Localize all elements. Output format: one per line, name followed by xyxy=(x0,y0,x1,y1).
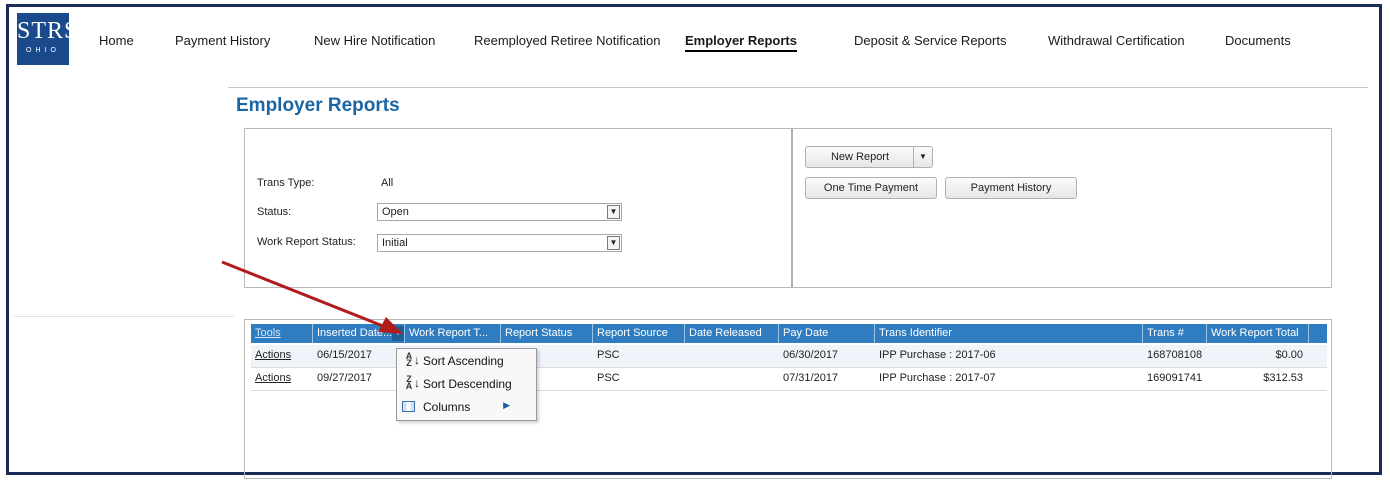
nav-withdrawal-certification[interactable]: Withdrawal Certification xyxy=(1048,33,1185,48)
status-select[interactable]: Open ▼ xyxy=(377,203,622,221)
one-time-payment-label: One Time Payment xyxy=(823,182,919,194)
sort-ascending-item[interactable]: AZ ↓ Sort Ascending xyxy=(397,350,534,372)
chevron-down-icon[interactable]: ▼ xyxy=(607,205,620,219)
cell-trans-no: 168708108 xyxy=(1147,349,1203,361)
column-header-pay-date[interactable]: Pay Date xyxy=(779,324,875,343)
row-actions-link[interactable]: Actions xyxy=(255,349,291,361)
column-header-work-report-type[interactable]: Work Report T... xyxy=(405,324,501,343)
grid-header: Tools Inserted Date... ▼ Work Report T..… xyxy=(251,324,1327,343)
columns-label: Columns xyxy=(423,400,471,414)
column-header-trans-no[interactable]: Trans # xyxy=(1143,324,1207,343)
cell-inserted-date: 09/27/2017 xyxy=(317,372,373,384)
column-header-trans-identifier[interactable]: Trans Identifier xyxy=(875,324,1143,343)
logo-sub-text: OHIO xyxy=(26,47,60,54)
columns-icon xyxy=(402,401,415,412)
column-header-report-source[interactable]: Report Source xyxy=(593,324,685,343)
down-arrow-icon: ↓ xyxy=(414,353,420,367)
column-menu-dropdown-icon[interactable]: ▼ xyxy=(392,326,404,341)
status-select-value: Open xyxy=(382,206,409,218)
cell-report-source: PSC xyxy=(597,349,620,361)
new-report-button[interactable]: New Report ▼ xyxy=(805,146,933,168)
work-report-status-label: Work Report Status: xyxy=(257,236,356,248)
cell-trans-identifier: IPP Purchase : 2017-06 xyxy=(879,349,996,361)
column-header-tools[interactable]: Tools xyxy=(251,324,313,343)
cell-work-report-total: $312.53 xyxy=(1263,372,1303,384)
work-report-status-select-value: Initial xyxy=(382,237,408,249)
payment-history-label: Payment History xyxy=(970,182,1052,194)
cell-pay-date: 07/31/2017 xyxy=(783,372,839,384)
trans-type-label: Trans Type: xyxy=(257,177,315,189)
strs-logo[interactable]: STRS OHIO xyxy=(17,13,79,65)
nav-reemployed-retiree-notification[interactable]: Reemployed Retiree Notification xyxy=(474,33,660,48)
nav-documents[interactable]: Documents xyxy=(1225,33,1291,48)
nav-home[interactable]: Home xyxy=(99,33,134,48)
column-header-work-report-total[interactable]: Work Report Total xyxy=(1207,324,1309,343)
work-report-status-select[interactable]: Initial ▼ xyxy=(377,234,622,252)
page-title: Employer Reports xyxy=(236,95,400,116)
filter-panel: Trans Type: All Status: Open ▼ Work Repo… xyxy=(244,128,1332,288)
sort-descending-label: Sort Descending xyxy=(423,377,512,391)
sort-ascending-label: Sort Ascending xyxy=(423,354,504,368)
sort-descending-item[interactable]: ZA ↓ Sort Descending xyxy=(397,373,534,395)
nav-employer-reports[interactable]: Employer Reports xyxy=(685,33,797,52)
nav-deposit-service-reports[interactable]: Deposit & Service Reports xyxy=(854,33,1006,48)
cell-pay-date: 06/30/2017 xyxy=(783,349,839,361)
nav-payment-history[interactable]: Payment History xyxy=(175,33,270,48)
cell-work-report-total: $0.00 xyxy=(1275,349,1303,361)
one-time-payment-button[interactable]: One Time Payment xyxy=(805,177,937,199)
down-arrow-icon: ↓ xyxy=(414,376,420,390)
columns-item[interactable]: Columns ▶ xyxy=(397,396,534,418)
cell-trans-identifier: IPP Purchase : 2017-07 xyxy=(879,372,996,384)
sidebar-divider xyxy=(14,316,234,317)
cell-trans-no: 169091741 xyxy=(1147,372,1203,384)
column-header-date-released[interactable]: Date Released xyxy=(685,324,779,343)
payment-history-button[interactable]: Payment History xyxy=(945,177,1077,199)
column-context-menu: AZ ↓ Sort Ascending ZA ↓ Sort Descending… xyxy=(396,348,537,421)
logo-main-text: STRS xyxy=(17,18,79,44)
cell-inserted-date: 06/15/2017 xyxy=(317,349,373,361)
column-header-report-status[interactable]: Report Status xyxy=(501,324,593,343)
panel-divider xyxy=(791,129,793,287)
cell-report-source: PSC xyxy=(597,372,620,384)
new-report-label: New Report xyxy=(830,151,890,163)
submenu-arrow-icon: ▶ xyxy=(503,400,510,410)
nav-new-hire-notification[interactable]: New Hire Notification xyxy=(314,33,435,48)
trans-type-value: All xyxy=(381,177,394,189)
row-actions-link[interactable]: Actions xyxy=(255,372,291,384)
header-divider xyxy=(228,87,1368,88)
chevron-down-icon[interactable]: ▼ xyxy=(607,236,620,250)
status-label: Status: xyxy=(257,206,292,218)
chevron-down-icon[interactable]: ▼ xyxy=(913,147,932,167)
